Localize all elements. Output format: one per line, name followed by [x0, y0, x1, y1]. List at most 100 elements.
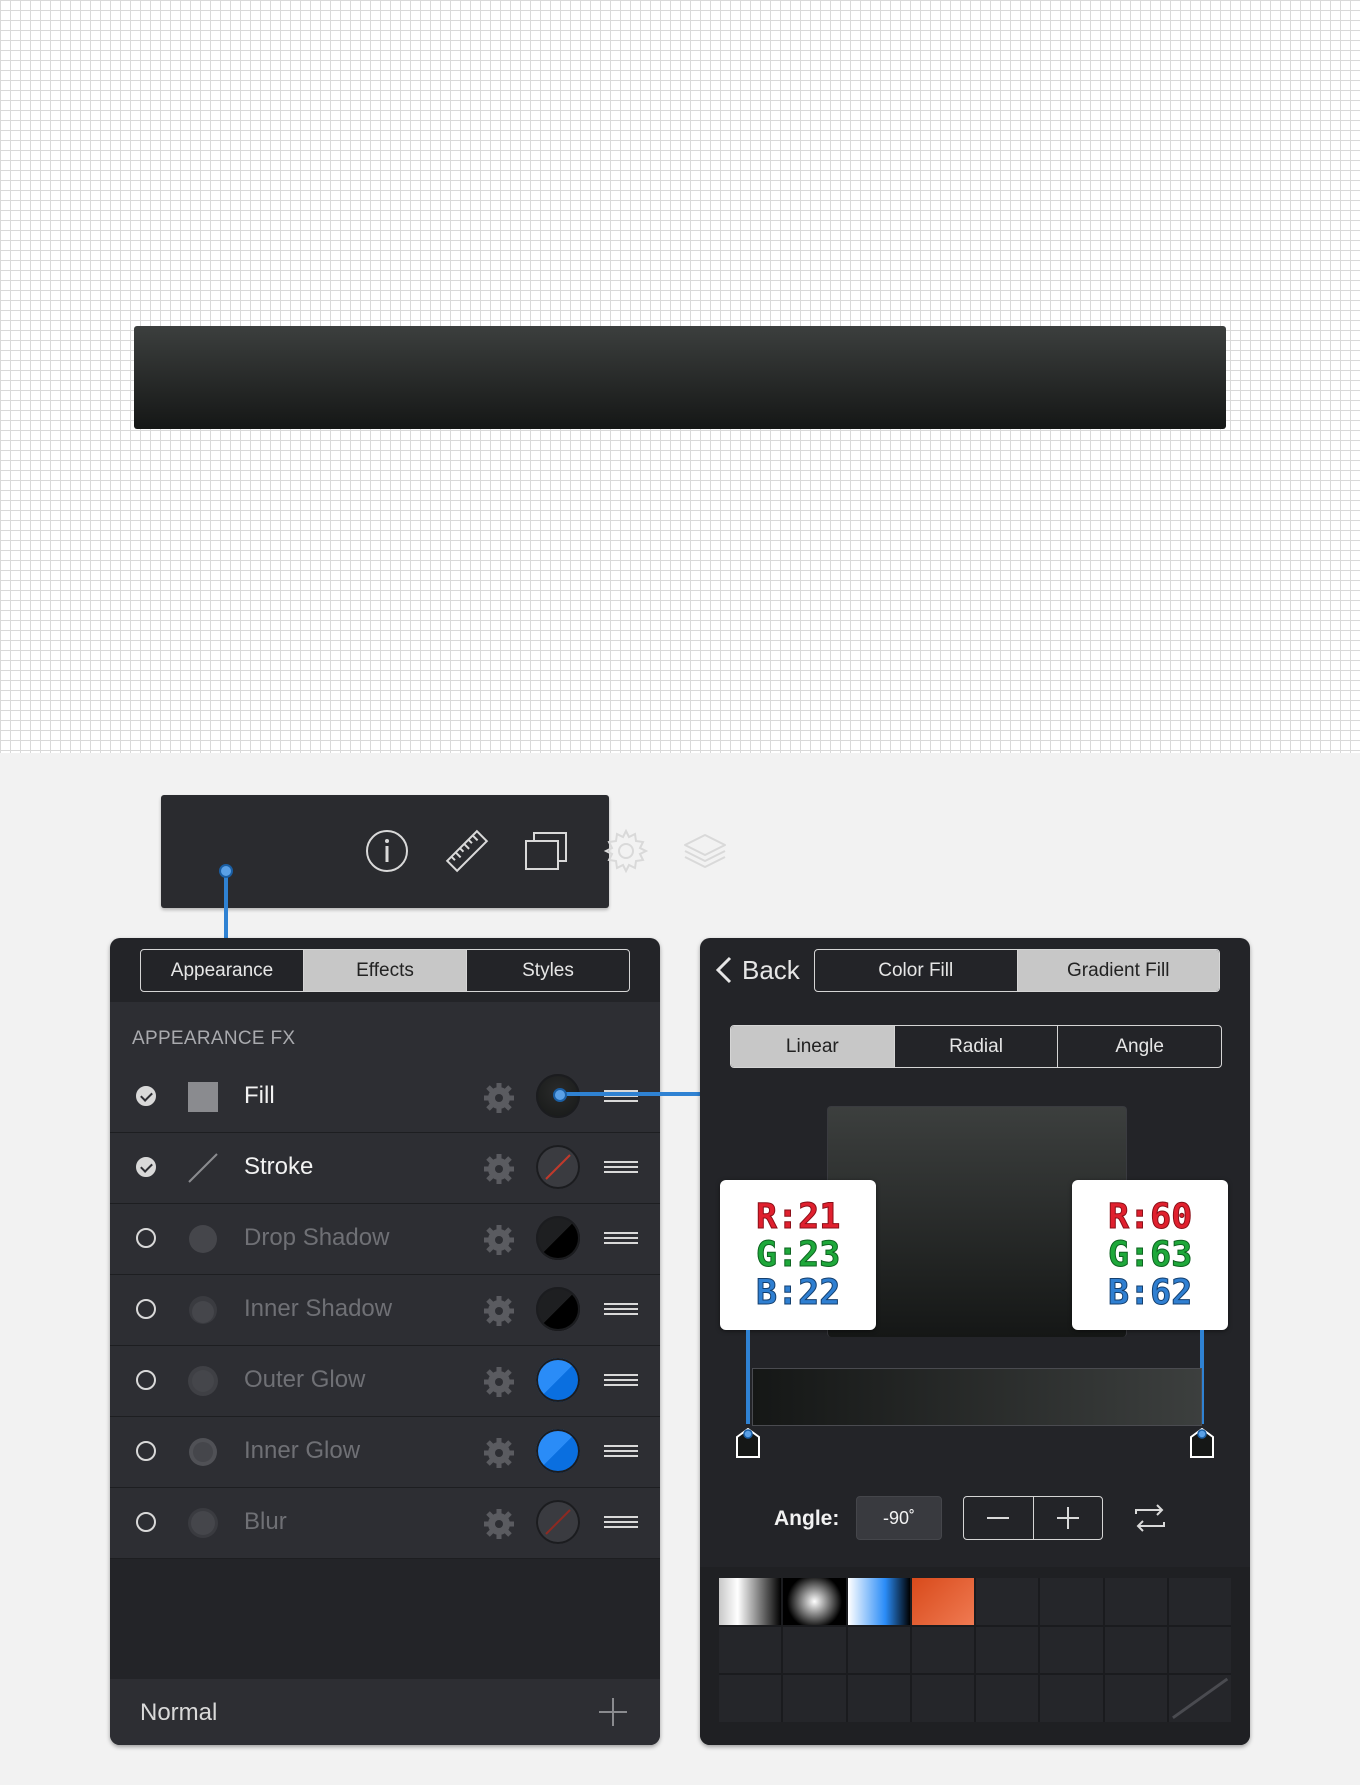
preset-empty[interactable] [847, 1626, 910, 1674]
gear-icon[interactable] [482, 1365, 516, 1399]
preset-empty[interactable] [719, 1626, 782, 1674]
layers-icon[interactable] [677, 823, 733, 879]
tab-angle[interactable]: Angle [1057, 1026, 1221, 1067]
drop-shadow-color-swatch[interactable] [536, 1216, 580, 1260]
preset-empty[interactable] [1040, 1626, 1103, 1674]
preset-empty[interactable] [976, 1626, 1039, 1674]
preset-radial-white-black[interactable] [783, 1578, 846, 1625]
effect-label: Stroke [244, 1153, 314, 1180]
tab-gradient-fill[interactable]: Gradient Fill [1016, 950, 1219, 991]
drop-shadow-enabled-checkbox[interactable] [136, 1228, 156, 1248]
tab-radial[interactable]: Radial [893, 1026, 1058, 1067]
red-value: R:21 [756, 1197, 841, 1237]
stroke-enabled-checkbox[interactable] [136, 1157, 156, 1177]
info-icon[interactable] [359, 823, 415, 879]
effects-panel: Appearance Effects Styles APPEARANCE FX … [110, 938, 660, 1745]
tab-linear[interactable]: Linear [731, 1026, 894, 1067]
gradient-fill-panel: Back Color Fill Gradient Fill Linear Rad… [700, 938, 1250, 1745]
tab-color-fill[interactable]: Color Fill [815, 950, 1017, 991]
preset-orange-red[interactable] [911, 1578, 974, 1625]
reorder-handle-icon[interactable] [604, 1232, 638, 1246]
effect-row-stroke[interactable]: Stroke [110, 1133, 660, 1204]
gear-icon[interactable] [482, 1436, 516, 1470]
artboard-canvas[interactable] [0, 0, 1360, 753]
tab-appearance[interactable]: Appearance [141, 950, 303, 991]
gradient-stop-right[interactable] [1190, 1428, 1214, 1458]
preset-empty[interactable] [847, 1675, 910, 1722]
drop-shadow-preview-icon [189, 1225, 217, 1253]
preset-empty[interactable] [1104, 1578, 1167, 1625]
preset-empty[interactable] [1104, 1675, 1167, 1722]
inner-glow-enabled-checkbox[interactable] [136, 1441, 156, 1461]
effect-row-drop-shadow[interactable]: Drop Shadow [110, 1204, 660, 1275]
ruler-icon[interactable] [439, 823, 495, 879]
preset-empty[interactable] [1168, 1578, 1231, 1625]
inner-glow-color-swatch[interactable] [536, 1429, 580, 1473]
effect-label: Outer Glow [244, 1366, 366, 1393]
preset-empty[interactable] [1040, 1578, 1103, 1625]
preset-empty[interactable] [719, 1675, 782, 1722]
inner-shadow-color-swatch[interactable] [536, 1287, 580, 1331]
effect-row-outer-glow[interactable]: Outer Glow [110, 1346, 660, 1417]
effect-row-inner-glow[interactable]: Inner Glow [110, 1417, 660, 1488]
preset-empty[interactable] [783, 1626, 846, 1674]
gradient-stop-left[interactable] [736, 1428, 760, 1458]
angle-controls: Angle: -90˚ [700, 1496, 1250, 1542]
back-button[interactable]: Back [714, 950, 800, 990]
gradient-type-tabs: Linear Radial Angle [730, 1025, 1222, 1068]
blend-mode-select[interactable]: Normal [140, 1699, 217, 1727]
effect-label: Inner Shadow [244, 1295, 393, 1322]
gear-icon[interactable] [482, 1152, 516, 1186]
gear-icon[interactable] [482, 1081, 516, 1115]
gear-icon[interactable] [482, 1507, 516, 1541]
preset-empty[interactable] [911, 1675, 974, 1722]
stroke-color-swatch[interactable] [536, 1145, 580, 1189]
resize-grip-icon[interactable] [1168, 1675, 1231, 1722]
tab-styles[interactable]: Styles [466, 950, 629, 991]
effect-row-blur[interactable]: Blur [110, 1488, 660, 1559]
preset-empty[interactable] [976, 1578, 1039, 1625]
green-value: G:23 [756, 1235, 841, 1275]
preset-gray-white-black[interactable] [719, 1578, 782, 1625]
reverse-gradient-icon[interactable] [1130, 1498, 1170, 1538]
gradient-ramp[interactable] [752, 1368, 1202, 1426]
decrement-button[interactable] [964, 1497, 1033, 1539]
tab-effects[interactable]: Effects [303, 950, 466, 991]
fill-enabled-checkbox[interactable] [136, 1086, 156, 1106]
inner-shadow-enabled-checkbox[interactable] [136, 1299, 156, 1319]
callout-line [224, 870, 228, 940]
preset-empty[interactable] [911, 1626, 974, 1674]
fill-preview-icon [188, 1082, 218, 1112]
add-effect-icon[interactable] [596, 1695, 630, 1729]
artboards-icon[interactable] [518, 823, 574, 879]
angle-input[interactable]: -90˚ [856, 1496, 942, 1540]
outer-glow-color-swatch[interactable] [536, 1358, 580, 1402]
stop-color-callout-left: R:21 G:23 B:22 [720, 1180, 876, 1330]
preset-blue-white[interactable] [847, 1578, 910, 1625]
panel-tabs: Appearance Effects Styles [140, 949, 630, 992]
blend-mode-bar: Normal [110, 1679, 660, 1745]
reorder-handle-icon[interactable] [604, 1516, 638, 1530]
blur-enabled-checkbox[interactable] [136, 1512, 156, 1532]
gear-icon[interactable] [482, 1294, 516, 1328]
preset-empty[interactable] [783, 1675, 846, 1722]
reorder-handle-icon[interactable] [604, 1374, 638, 1388]
reorder-handle-icon[interactable] [604, 1161, 638, 1175]
increment-button[interactable] [1032, 1497, 1103, 1539]
effect-row-inner-shadow[interactable]: Inner Shadow [110, 1275, 660, 1346]
outer-glow-enabled-checkbox[interactable] [136, 1370, 156, 1390]
blur-color-swatch[interactable] [536, 1500, 580, 1544]
effect-label: Drop Shadow [244, 1224, 390, 1251]
preset-empty[interactable] [1040, 1675, 1103, 1722]
reorder-handle-icon[interactable] [604, 1445, 638, 1459]
blue-value: B:22 [756, 1273, 841, 1313]
gear-icon[interactable] [598, 823, 654, 879]
gradient-rectangle-shape[interactable] [134, 326, 1226, 429]
preset-empty[interactable] [976, 1675, 1039, 1722]
gear-icon[interactable] [482, 1223, 516, 1257]
preset-grid [719, 1578, 1231, 1722]
effect-row-fill[interactable]: Fill [110, 1062, 660, 1133]
preset-empty[interactable] [1168, 1626, 1231, 1674]
preset-empty[interactable] [1104, 1626, 1167, 1674]
reorder-handle-icon[interactable] [604, 1303, 638, 1317]
